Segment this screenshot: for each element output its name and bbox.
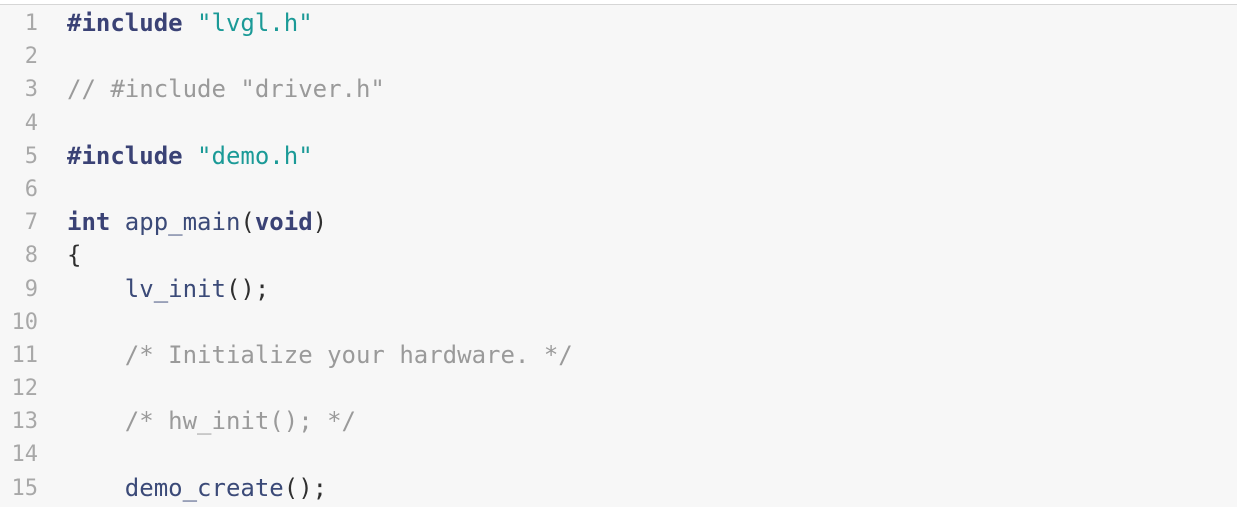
code-token-string: "demo.h" — [197, 141, 313, 170]
line-number: 14 — [11, 442, 39, 468]
line-code: lv_init(); — [52, 273, 1237, 306]
code-token-comment: /* Initialize your hardware. */ — [124, 340, 573, 369]
code-token-string: "lvgl.h" — [197, 9, 313, 37]
code-line: 8{ — [0, 239, 1237, 272]
line-number: 6 — [24, 176, 38, 202]
code-token-keyword: int — [67, 208, 111, 237]
code-line: 6 — [0, 173, 1237, 206]
line-number: 3 — [24, 77, 38, 103]
code-token-punct: { — [67, 241, 82, 270]
code-token-keyword: #include — [67, 141, 183, 170]
line-code: { — [52, 239, 1237, 272]
line-number: 1 — [24, 11, 38, 36]
line-code: int app_main(void) — [52, 206, 1237, 239]
code-line: 2 — [0, 40, 1237, 73]
code-line: 12 — [0, 372, 1237, 405]
line-number: 11 — [11, 342, 39, 368]
code-line: 15 demo_create(); — [0, 472, 1237, 505]
line-number: 13 — [11, 409, 39, 435]
code-line: 14 — [0, 438, 1237, 471]
code-token-punct: (); — [225, 274, 270, 303]
code-line: 9 lv_init(); — [0, 273, 1237, 306]
code-token-punct: ( — [240, 208, 255, 237]
line-number: 9 — [24, 276, 38, 302]
code-line: 10 — [0, 306, 1237, 339]
code-token-punct: (); — [283, 473, 328, 502]
line-code: /* Initialize your hardware. */ — [52, 339, 1237, 372]
code-line: 1 #include "lvgl.h" — [0, 7, 1237, 40]
line-number: 5 — [24, 143, 38, 169]
line-number: 2 — [24, 44, 38, 70]
code-token-keyword: void — [254, 208, 313, 237]
line-number: 10 — [11, 309, 39, 335]
code-token-comment: // #include "driver.h" — [67, 75, 385, 104]
code-line: 13 /* hw_init(); */ — [0, 405, 1237, 438]
line-number: 8 — [24, 243, 38, 269]
code-line: 7 int app_main(void) — [0, 206, 1237, 239]
code-token-keyword: #include — [67, 9, 183, 37]
line-code: #include "lvgl.h" — [52, 7, 1237, 40]
code-token-plain: demo_create — [67, 473, 284, 502]
line-code: // #include "driver.h" — [52, 73, 1237, 106]
code-line: 4 — [0, 107, 1237, 140]
line-number: 12 — [11, 376, 39, 402]
line-code: /* hw_init(); */ — [52, 405, 1237, 438]
code-token-comment: /* hw_init(); */ — [124, 407, 356, 436]
line-number: 4 — [24, 110, 38, 136]
line-number: 15 — [11, 475, 39, 501]
code-lines: 1 #include "lvgl.h" 2 3 // #include "driver.… — [0, 7, 1237, 505]
code-line: 5 #include "demo.h" — [0, 140, 1237, 173]
code-block[interactable]: 1 #include "lvgl.h" 2 3 // #include "driver.… — [0, 4, 1237, 507]
code-token-plain: app_main — [110, 208, 241, 237]
code-token-plain: lv_init — [67, 274, 226, 303]
code-line: 3 // #include "driver.h" — [0, 73, 1237, 106]
line-code: demo_create(); — [52, 472, 1237, 505]
code-line: 11 /* Initialize your hardware. */ — [0, 339, 1237, 372]
line-number: 7 — [24, 210, 38, 236]
code-token-punct: ) — [312, 208, 328, 237]
line-code: #include "demo.h" — [52, 140, 1237, 173]
